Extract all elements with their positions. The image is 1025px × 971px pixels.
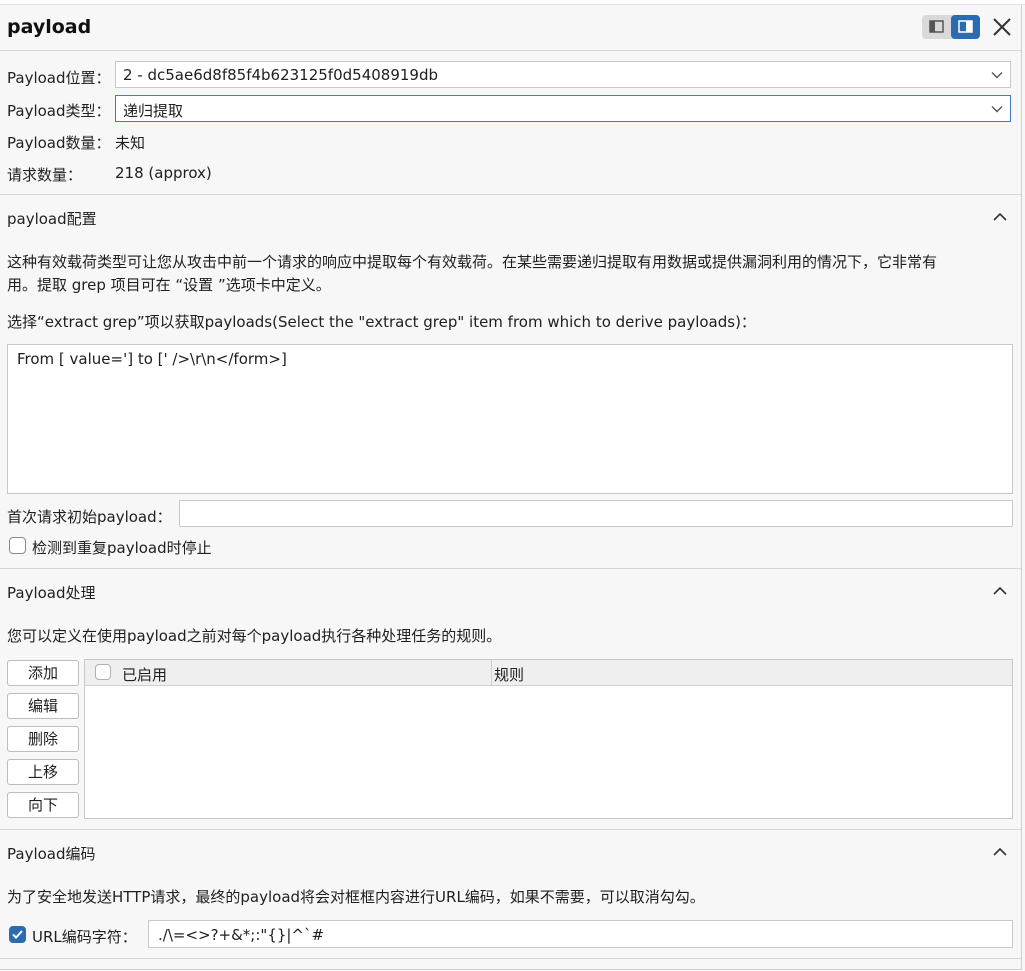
- url-encode-label: URL编码字符：: [32, 928, 137, 946]
- stop-duplicate-label: 检测到重复payload时停止: [32, 539, 212, 557]
- payload-count-value: 未知: [115, 134, 146, 152]
- config-description-line1: 这种有效载荷类型可让您从攻击中前一个请求的响应中提取每个有效载荷。在某些需要递归…: [7, 253, 938, 271]
- close-icon[interactable]: [991, 14, 1013, 38]
- remove-rule-button[interactable]: 删除: [7, 726, 79, 752]
- chevron-up-icon[interactable]: [992, 846, 1008, 858]
- select-all-checkbox[interactable]: [95, 664, 111, 680]
- layout-right-icon[interactable]: [951, 15, 980, 39]
- layout-toggle[interactable]: [922, 15, 980, 39]
- add-rule-button[interactable]: 添加: [7, 660, 79, 686]
- panel-title: payload: [7, 16, 92, 38]
- section-divider: [0, 829, 1021, 830]
- section-divider: [0, 194, 1021, 195]
- initial-payload-input[interactable]: [179, 500, 1013, 527]
- payload-type-select[interactable]: 递归提取: [115, 95, 1011, 122]
- chevron-down-icon: [991, 72, 1003, 79]
- payload-type-value: 递归提取: [123, 102, 184, 120]
- config-description-line2: 用。提取 grep 项目可在 “设置 ”选项卡中定义。: [7, 276, 331, 294]
- encoding-section-title: Payload编码: [7, 845, 96, 863]
- payload-count-label: Payload数量：: [7, 134, 111, 152]
- header-divider: [0, 50, 1021, 51]
- table-header: 已启用 规则: [85, 660, 1012, 686]
- edit-rule-button[interactable]: 编辑: [7, 693, 79, 719]
- url-encode-checkbox[interactable]: [9, 926, 26, 943]
- request-count-label: 请求数量：: [7, 166, 83, 184]
- top-edge: [0, 0, 1025, 5]
- stop-duplicate-checkbox[interactable]: [9, 537, 26, 554]
- column-separator[interactable]: [491, 660, 492, 685]
- check-icon: [12, 930, 23, 939]
- initial-payload-label: 首次请求初始payload：: [7, 508, 172, 526]
- chevron-down-icon: [991, 106, 1003, 113]
- payload-position-label: Payload位置：: [7, 69, 111, 87]
- column-enabled[interactable]: 已启用: [122, 664, 167, 685]
- request-count-value: 218 (approx): [115, 164, 212, 182]
- url-encode-chars-input[interactable]: ./\=<>?+&*;:"{}|^`#: [148, 920, 1013, 948]
- layout-left-icon[interactable]: [922, 15, 951, 39]
- section-divider: [0, 568, 1021, 569]
- processing-description: 您可以定义在使用payload之前对每个payload执行各种处理任务的规则。: [7, 627, 502, 645]
- move-up-button[interactable]: 上移: [7, 759, 79, 785]
- extract-grep-item[interactable]: From [ value='] to [' />\r\n</form>]: [17, 350, 287, 368]
- move-down-button[interactable]: 向下: [7, 792, 79, 818]
- payload-position-select[interactable]: 2 - dc5ae6d8f85f4b623125f0d5408919db: [115, 61, 1011, 88]
- payload-position-value: 2 - dc5ae6d8f85f4b623125f0d5408919db: [123, 66, 438, 84]
- extract-grep-list[interactable]: From [ value='] to [' />\r\n</form>]: [7, 344, 1013, 494]
- chevron-up-icon[interactable]: [992, 211, 1008, 223]
- column-rule[interactable]: 规则: [494, 664, 524, 685]
- processing-rules-table[interactable]: 已启用 规则: [84, 659, 1013, 819]
- processing-section-title: Payload处理: [7, 584, 96, 602]
- chevron-up-icon[interactable]: [992, 585, 1008, 597]
- payload-type-label: Payload类型：: [7, 102, 111, 120]
- extract-grep-label: 选择“extract grep”项以获取payloads(Select the …: [7, 313, 756, 331]
- encoding-description: 为了安全地发送HTTP请求，最终的payload将会对框框内容进行URL编码，如…: [7, 888, 705, 906]
- config-section-title: payload配置: [7, 210, 97, 228]
- section-divider: [0, 958, 1021, 959]
- url-encode-chars-value: ./\=<>?+&*;:"{}|^`#: [158, 926, 325, 944]
